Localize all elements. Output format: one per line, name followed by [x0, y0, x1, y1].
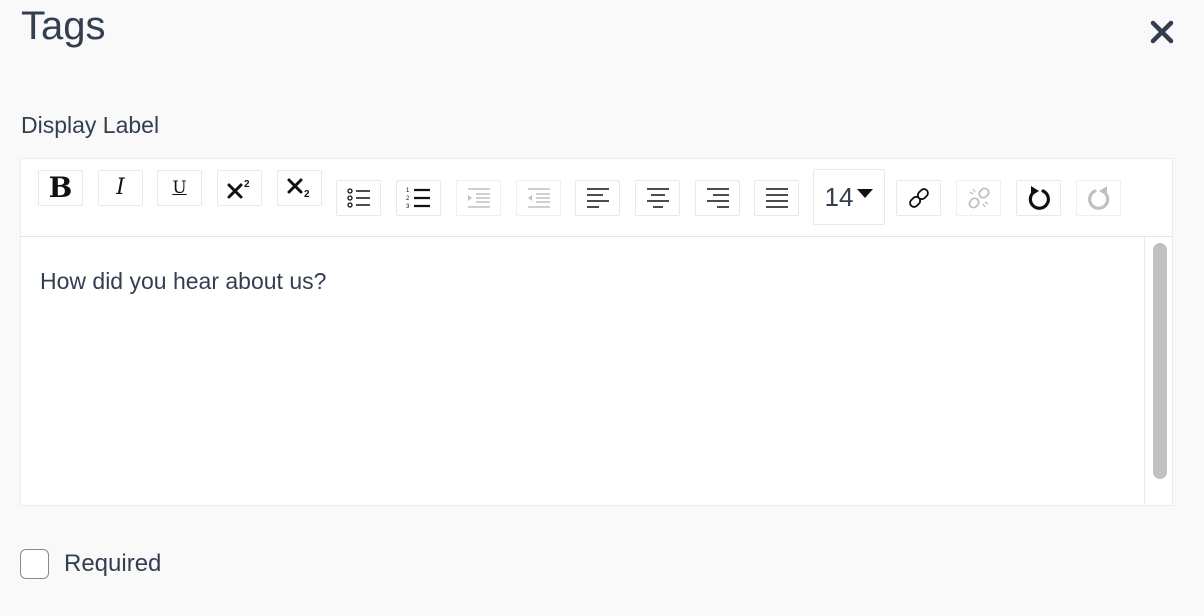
- redo-icon: [1087, 186, 1109, 210]
- numbered-list-icon: 1 2 3: [406, 188, 430, 210]
- editor-toolbar: B I U 2 2 1 2 3 14: [21, 159, 1172, 237]
- display-label-heading: Display Label: [21, 112, 160, 138]
- unlink-icon: [967, 187, 990, 209]
- bullet-list-icon: [346, 188, 370, 208]
- svg-text:1: 1: [406, 188, 410, 194]
- underline-button[interactable]: U: [157, 170, 202, 206]
- dialog-title: Tags: [21, 4, 106, 48]
- underline-icon: U: [172, 178, 187, 198]
- scrollbar-thumb[interactable]: [1153, 243, 1167, 479]
- required-checkbox[interactable]: [20, 549, 49, 579]
- align-right-button[interactable]: [695, 180, 740, 216]
- align-left-button[interactable]: [575, 180, 620, 216]
- undo-button[interactable]: [1016, 180, 1061, 216]
- superscript-icon: 2: [227, 179, 250, 199]
- caret-down-icon: [857, 188, 874, 198]
- close-button[interactable]: [1147, 17, 1177, 47]
- superscript-button[interactable]: 2: [217, 170, 262, 206]
- align-right-icon: [706, 188, 729, 208]
- unlink-button[interactable]: [956, 180, 1001, 216]
- svg-text:2: 2: [406, 196, 410, 202]
- align-center-icon: [646, 188, 669, 208]
- close-icon: [1150, 20, 1174, 44]
- svg-text:2: 2: [244, 179, 250, 190]
- svg-text:2: 2: [304, 189, 310, 199]
- italic-icon: I: [116, 175, 125, 200]
- editor-scrollbar[interactable]: [1144, 237, 1172, 505]
- outdent-icon: [527, 188, 550, 208]
- align-left-icon: [586, 188, 609, 208]
- undo-icon: [1028, 186, 1050, 210]
- svg-text:3: 3: [406, 204, 410, 210]
- align-center-button[interactable]: [635, 180, 680, 216]
- font-size-value: 14: [824, 181, 854, 212]
- bullet-list-button[interactable]: [336, 180, 381, 216]
- numbered-list-button[interactable]: 1 2 3: [396, 180, 441, 216]
- required-row: Required: [20, 549, 161, 579]
- font-size-dropdown[interactable]: 14: [813, 169, 885, 225]
- subscript-icon: 2: [287, 178, 310, 199]
- outdent-button[interactable]: [516, 180, 561, 216]
- italic-button[interactable]: I: [98, 170, 143, 206]
- bold-button[interactable]: B: [38, 170, 83, 206]
- rich-text-editor: B I U 2 2 1 2 3 14 How did you hear abou…: [20, 158, 1173, 506]
- align-justify-button[interactable]: [754, 180, 799, 216]
- editor-content-text: How did you hear about us?: [40, 268, 327, 294]
- bold-icon: B: [48, 171, 73, 204]
- align-justify-icon: [765, 188, 788, 208]
- required-label[interactable]: Required: [64, 549, 161, 579]
- indent-button[interactable]: [456, 180, 501, 216]
- link-button[interactable]: [896, 180, 941, 216]
- editor-content-area[interactable]: How did you hear about us?: [21, 237, 1145, 505]
- indent-icon: [467, 188, 490, 208]
- link-icon: [908, 188, 929, 208]
- redo-button[interactable]: [1076, 180, 1121, 216]
- subscript-button[interactable]: 2: [277, 170, 322, 206]
